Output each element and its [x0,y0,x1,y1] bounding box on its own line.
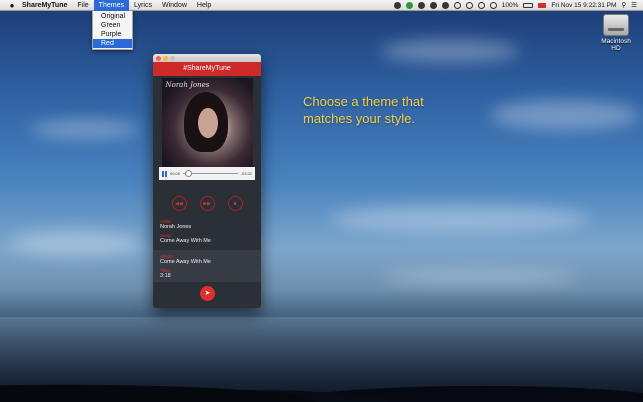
app-header: #ShareMyTune [153,62,261,76]
elapsed-time: 00:06 [170,171,181,176]
time-machine-icon[interactable] [465,1,473,9]
desktop-disk[interactable]: Macintosh HD [596,14,636,52]
battery-percent[interactable]: 100% [502,2,519,9]
album-signature: Norah Jones [165,81,210,89]
menu-app-name[interactable]: ShareMyTune [17,0,72,11]
close-button[interactable] [156,55,161,61]
previous-button[interactable]: ◀◀ [171,196,187,211]
album-band: Album: Come Away With Me Time: 3:18 [153,250,261,282]
minimize-button[interactable] [163,55,168,61]
apple-icon[interactable]: ● [7,1,17,10]
playback-controls: ◀◀ ▶▶ ■ [153,180,261,216]
app-window: #ShareMyTune Norah Jones 00:06 -03:32 ◀◀… [153,54,261,308]
album-value: Come Away With Me [160,259,211,265]
cloud [380,40,520,62]
hard-drive-icon[interactable] [603,14,629,36]
dropbox-icon[interactable] [417,1,425,9]
stop-button[interactable]: ■ [227,196,243,211]
time-value: 3:18 [160,273,171,279]
track-info: Artist: Norah Jones Song: Come Away With… [153,219,261,244]
zoom-button[interactable] [170,55,175,61]
song-value: Come Away With Me [160,238,211,244]
notification-center-icon[interactable]: ☰ [631,1,637,9]
record-icon[interactable] [393,1,401,9]
menu-bar: ● ShareMyTune File Themes Lyrics Window … [0,0,643,11]
remaining-time: -03:32 [240,171,252,176]
menu-file[interactable]: File [72,0,93,11]
tagline-line-1: Choose a theme that [303,94,424,109]
wifi-icon[interactable] [489,1,497,9]
artist-value: Norah Jones [160,224,192,230]
spotlight-icon[interactable]: ⚲ [621,1,626,9]
progress-knob[interactable] [184,170,192,177]
theme-option-purple[interactable]: Purple [93,30,132,39]
cover-face [197,108,218,138]
cloud [30,120,140,138]
menu-help[interactable]: Help [192,0,216,11]
disk-label: Macintosh HD [601,38,631,52]
themes-dropdown: Original Green Purple Red [92,11,133,50]
cloud-icon[interactable] [429,1,437,9]
cloud [330,205,590,233]
clock[interactable]: Fri Nov 15 9:22:31 PM [551,2,616,9]
cloud [10,230,140,255]
tagline-line-2: matches your style. [303,111,415,126]
theme-option-original[interactable]: Original [93,12,132,21]
window-titlebar[interactable] [153,54,261,62]
alien-icon[interactable] [441,1,449,9]
rocks [0,362,643,402]
menu-themes[interactable]: Themes [93,0,129,11]
album-cover: Norah Jones [161,78,253,169]
menu-window[interactable]: Window [157,0,192,11]
theme-option-red[interactable]: Red [93,39,132,48]
cloud [490,100,640,130]
share-icon: ➤ [204,290,211,297]
pause-icon[interactable] [162,170,167,177]
tagline: Choose a theme that matches your style. [303,93,473,127]
progress-track[interactable] [183,170,238,177]
status-area: 100% Fri Nov 15 9:22:31 PM ⚲ ☰ [393,1,643,9]
battery-icon[interactable] [523,2,534,8]
flag-icon[interactable] [538,2,547,8]
chat-icon[interactable] [453,1,461,9]
theme-option-green[interactable]: Green [93,21,132,30]
menu-lyrics[interactable]: Lyrics [129,0,157,11]
bluetooth-icon[interactable] [477,1,485,9]
next-button[interactable]: ▶▶ [199,196,215,211]
evernote-icon[interactable] [405,1,413,9]
share-button[interactable]: ➤ [200,286,215,301]
cloud [380,270,580,284]
player-bar: 00:06 -03:32 [159,167,255,180]
